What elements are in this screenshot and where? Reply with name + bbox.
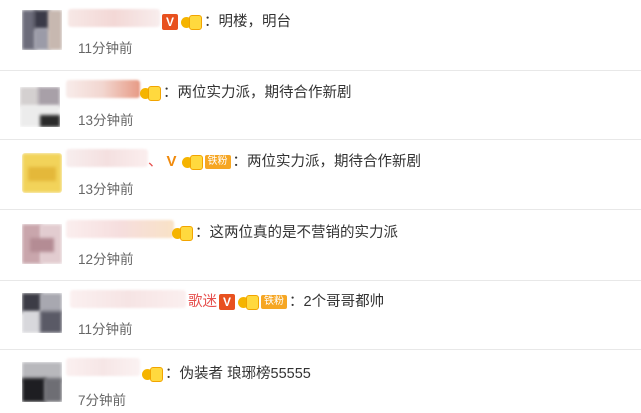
comment-body: ：这两位真的是不营销的实力派 xyxy=(172,224,398,242)
comment-item-2: ：两位实力派，期待合作新剧 13分钟前 xyxy=(0,71,641,140)
comment-text: ：2个哥哥都帅 xyxy=(289,294,385,310)
avatar[interactable] xyxy=(22,153,62,193)
username-blurred[interactable] xyxy=(66,220,174,238)
username-blurred[interactable] xyxy=(66,358,140,376)
username-blurred[interactable] xyxy=(66,80,140,98)
comment-text: ：伪装者 琅琊榜55555 xyxy=(165,366,311,382)
comment-item-4: ：这两位真的是不营销的实力派 12分钟前 xyxy=(0,210,641,281)
comment-text: ：明楼，明台 xyxy=(204,14,291,30)
comment-text: ：这两位真的是不营销的实力派 xyxy=(195,225,398,241)
fan-badge-icon xyxy=(142,365,164,383)
comment-body: 、 V 铁粉 ：两位实力派，期待合作新剧 xyxy=(148,153,421,171)
comment-time[interactable]: 11分钟前 xyxy=(78,321,133,339)
comment-item-5: 歌迷 V 铁粉 ：2个哥哥都帅 11分钟前 xyxy=(0,281,641,350)
avatar[interactable] xyxy=(22,293,62,333)
comment-body: ：伪装者 琅琊榜55555 xyxy=(142,365,311,383)
fan-level-badge: 铁粉 xyxy=(261,295,287,310)
comment-time[interactable]: 12分钟前 xyxy=(78,251,134,269)
username-blurred[interactable] xyxy=(68,9,160,27)
comment-text: ：两位实力派，期待合作新剧 xyxy=(232,154,422,170)
v-verified-icon: V xyxy=(162,14,178,31)
comment-time[interactable]: 13分钟前 xyxy=(78,112,134,130)
fan-level-badge: 铁粉 xyxy=(204,155,231,170)
comment-text: ：两位实力派，期待合作新剧 xyxy=(163,85,352,101)
comment-time[interactable]: 11分钟前 xyxy=(78,40,133,58)
username-blurred[interactable] xyxy=(66,149,148,167)
v-verified-icon: V xyxy=(166,153,177,171)
v-verified-icon: V xyxy=(219,294,235,311)
comment-time[interactable]: 7分钟前 xyxy=(78,392,126,410)
comment-body: V ：明楼，明台 xyxy=(162,13,291,31)
username-blurred[interactable] xyxy=(70,290,186,308)
fan-badge-icon xyxy=(238,293,260,311)
fan-badge-icon xyxy=(140,84,162,102)
fan-badge-icon xyxy=(181,13,203,31)
avatar[interactable] xyxy=(22,224,62,264)
username-suffix[interactable]: 歌迷 xyxy=(188,294,217,310)
comment-item-3: 、 V 铁粉 ：两位实力派，期待合作新剧 13分钟前 xyxy=(0,140,641,210)
avatar[interactable] xyxy=(22,362,62,402)
fan-badge-icon xyxy=(181,153,204,171)
avatar[interactable] xyxy=(20,87,60,127)
comment-body: 歌迷 V 铁粉 ：2个哥哥都帅 xyxy=(188,293,384,311)
username-suffix[interactable]: 、 xyxy=(148,154,163,170)
avatar[interactable] xyxy=(22,10,62,50)
comment-item-1: V ：明楼，明台 11分钟前 xyxy=(0,0,641,71)
comment-item-6: ：伪装者 琅琊榜55555 7分钟前 xyxy=(0,350,641,413)
comment-time[interactable]: 13分钟前 xyxy=(78,181,134,199)
fan-badge-icon xyxy=(172,224,194,242)
comment-body: ：两位实力派，期待合作新剧 xyxy=(140,84,352,102)
